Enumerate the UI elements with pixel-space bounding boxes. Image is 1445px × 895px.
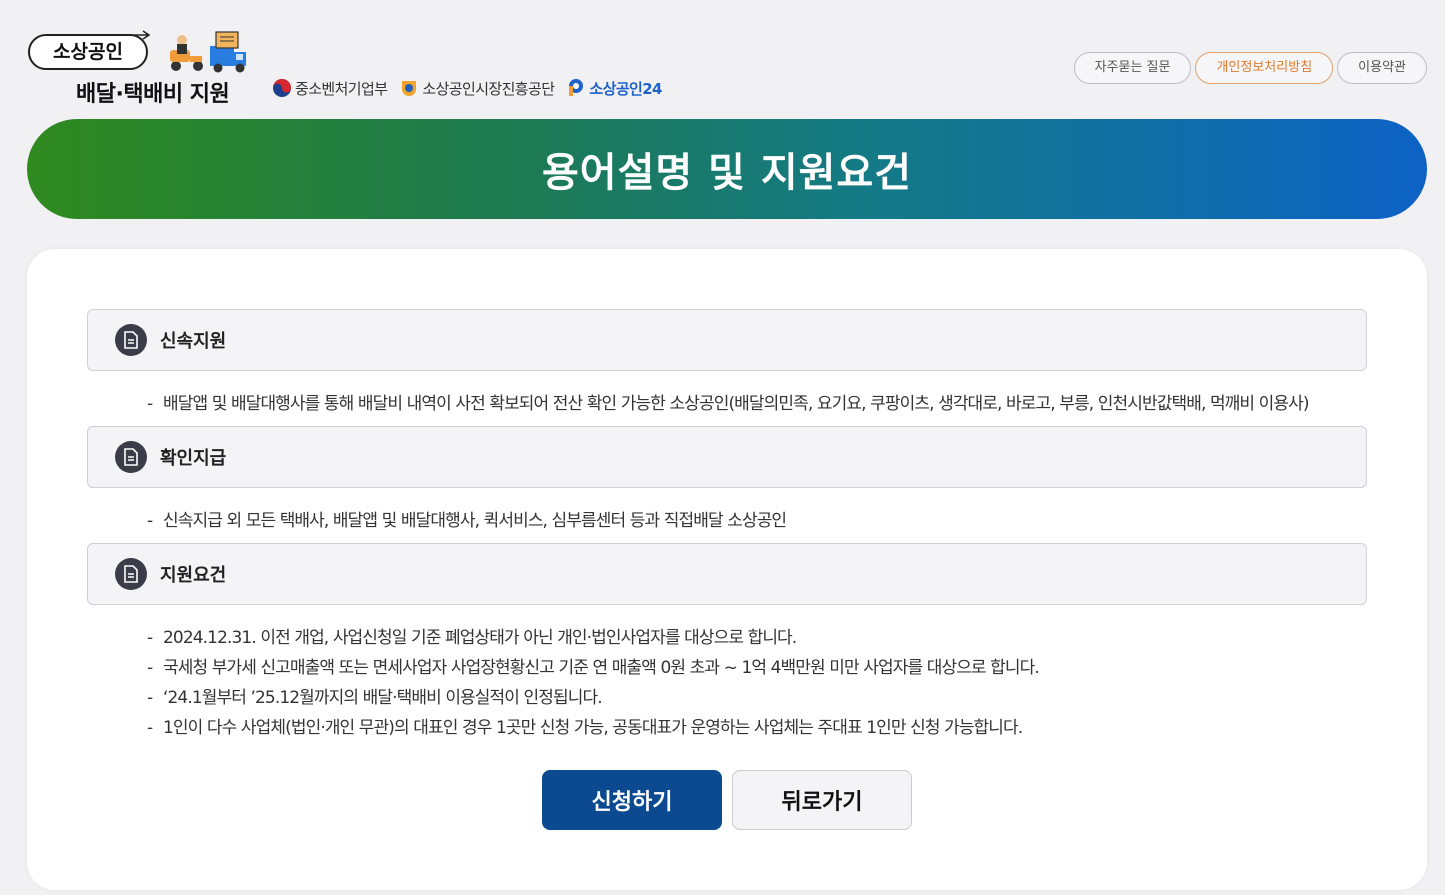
list-item: - 신속지급 외 모든 택배사, 배달앱 및 배달대행사, 퀵서비스, 심부름센터… bbox=[147, 511, 787, 531]
list-item: - ‘24.1월부터 ’25.12월까지의 배달·택배비 이용실적이 인정됩니다. bbox=[147, 688, 603, 708]
logo-subtitle: 배달·택배비 지원 bbox=[76, 82, 230, 107]
top-links: 자주묻는 질문 개인정보처리방침 이용약관 bbox=[1073, 52, 1427, 84]
content-card: 신속지원 - 배달앱 및 배달대행사를 통해 배달비 내역이 사전 확보되어 전산… bbox=[27, 249, 1427, 890]
section-header-confirm-payment: 확인지급 bbox=[87, 426, 1367, 488]
korea-emblem-icon bbox=[273, 79, 291, 97]
back-button[interactable]: 뒤로가기 bbox=[732, 770, 912, 830]
document-icon bbox=[115, 324, 147, 356]
document-icon bbox=[115, 441, 147, 473]
privacy-policy-link[interactable]: 개인정보처리방침 bbox=[1195, 52, 1334, 84]
org-label: 소상공인시장진흥공단 bbox=[422, 79, 555, 98]
org-logos: 중소벤처기업부 소상공인시장진흥공단 소상공인24 bbox=[272, 76, 663, 100]
logo-arrow-icon bbox=[122, 30, 151, 40]
section-title: 지원요건 bbox=[160, 565, 227, 586]
org-semas[interactable]: 소상공인시장진흥공단 bbox=[399, 78, 555, 99]
apply-button[interactable]: 신청하기 bbox=[542, 770, 722, 830]
page-banner: 용어설명 및 지원요건 bbox=[27, 119, 1427, 219]
section-title: 확인지급 bbox=[160, 448, 227, 469]
org-mss[interactable]: 중소벤처기업부 bbox=[272, 78, 388, 99]
list-item: - 배달앱 및 배달대행사를 통해 배달비 내역이 사전 확보되어 전산 확인 가… bbox=[147, 394, 1310, 414]
faq-link[interactable]: 자주묻는 질문 bbox=[1073, 52, 1192, 84]
list-item: -2024.12.31. 이전 개업, 사업신청일 기준 폐업상태가 아닌 개인… bbox=[147, 628, 797, 648]
document-icon bbox=[115, 558, 147, 590]
list-item: -1인이 다수 사업체(법인·개인 무관)의 대표인 경우 1곳만 신청 가능,… bbox=[147, 718, 1023, 738]
list-item: - 국세청 부가세 신고매출액 또는 면세사업자 사업장현황신고 기준 연 매출액… bbox=[147, 658, 1040, 678]
terms-link[interactable]: 이용약관 bbox=[1337, 52, 1427, 84]
org-label: 중소벤처기업부 bbox=[295, 79, 388, 98]
service-logo[interactable]: 소상공인 배달·택배비 지원 bbox=[26, 30, 256, 107]
section-title: 신속지원 bbox=[160, 331, 227, 352]
org-sbiz24[interactable]: 소상공인24 bbox=[566, 78, 663, 99]
sbiz24-logo-icon bbox=[569, 79, 584, 96]
section-header-rapid-support: 신속지원 bbox=[87, 309, 1367, 371]
section-header-requirements: 지원요건 bbox=[87, 543, 1367, 605]
page-title: 용어설명 및 지원요건 bbox=[541, 150, 913, 196]
semas-emblem-icon bbox=[402, 81, 417, 96]
delivery-truck-icon bbox=[170, 31, 246, 73]
org-label: 소상공인24 bbox=[589, 79, 662, 98]
